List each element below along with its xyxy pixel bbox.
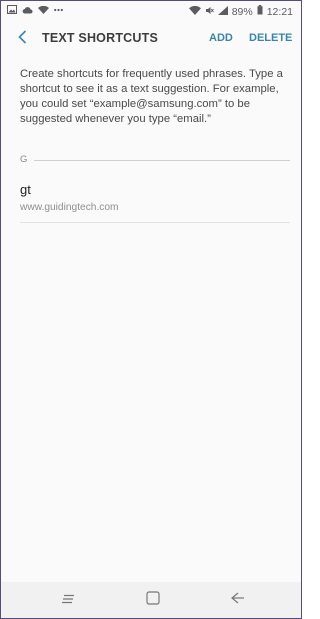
status-left-icons: [7, 5, 63, 17]
list-divider: [20, 222, 290, 223]
battery-icon: [257, 5, 263, 18]
status-bar: 89% 12:21: [1, 1, 301, 23]
more-icon: [54, 6, 63, 17]
chevron-left-icon: [17, 29, 27, 49]
section-header-g: G: [20, 154, 290, 168]
add-button[interactable]: ADD: [209, 32, 233, 44]
status-right-icons: 89% 12:21: [188, 5, 293, 18]
home-button[interactable]: [143, 590, 163, 610]
home-icon: [146, 590, 160, 610]
section-divider: [34, 160, 290, 161]
shortcut-text: gt: [20, 182, 31, 197]
cloud-icon: [22, 6, 33, 17]
gallery-icon: [7, 5, 17, 17]
description-text: Create shortcuts for frequently used phr…: [20, 68, 283, 125]
signal-icon: [217, 5, 228, 18]
back-icon: [229, 591, 245, 609]
navigation-bar: [1, 582, 301, 618]
mute-icon: [205, 6, 214, 18]
app-bar: TEXT SHORTCUTS ADD DELETE: [1, 23, 301, 55]
wifi-icon: [38, 5, 49, 17]
section-letter: G: [20, 154, 28, 165]
phrase-text: www.guidingtech.com: [20, 202, 119, 213]
delete-button[interactable]: DELETE: [249, 32, 292, 44]
recent-apps-button[interactable]: [59, 591, 79, 609]
back-button[interactable]: [13, 29, 31, 49]
wifi-status-icon: [188, 5, 201, 18]
phone-screen: 89% 12:21 TEXT SHORTCUTS ADD DELETE Crea…: [0, 0, 302, 619]
recent-apps-icon: [61, 591, 77, 609]
shortcut-list-item[interactable]: gt www.guidingtech.com: [1, 173, 301, 221]
battery-percent: 89%: [231, 5, 253, 18]
page-title: TEXT SHORTCUTS: [42, 31, 158, 45]
clock: 12:21: [266, 5, 293, 18]
nav-back-button[interactable]: [227, 591, 247, 609]
